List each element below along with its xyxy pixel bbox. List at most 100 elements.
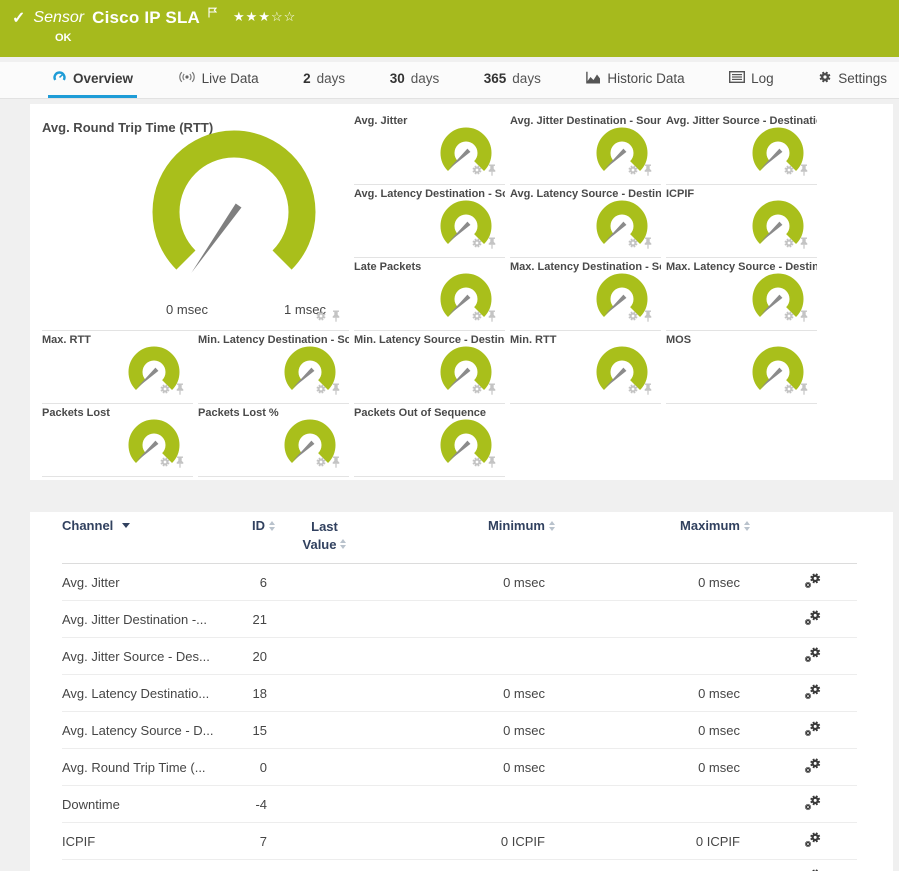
tab-log-label: Log (751, 71, 774, 86)
log-list-icon (729, 71, 745, 86)
channel-settings-icon[interactable] (804, 683, 822, 703)
gear-icon[interactable] (783, 309, 795, 327)
gauge-cell: Avg. Jitter Source - Destination (666, 112, 817, 185)
channel-name: Avg. Round Trip Time (... (62, 749, 222, 786)
gear-icon[interactable] (627, 309, 639, 327)
column-header-channel[interactable]: Channel (62, 512, 222, 564)
pin-icon[interactable] (331, 455, 341, 473)
tab-bar: Overview Live Data 2 days 30 days 365 da… (0, 62, 899, 99)
gauge-cell-rtt: Avg. Round Trip Time (RTT) 0 msec 1 msec (42, 112, 349, 331)
pin-icon[interactable] (643, 382, 653, 400)
tab-30-days[interactable]: 30 days (386, 62, 444, 98)
gauge-cell: Min. Latency Source - Destina... (354, 331, 505, 404)
gear-icon[interactable] (471, 455, 483, 473)
channel-last-value (277, 564, 372, 601)
channel-minimum: 0 msec (372, 675, 557, 712)
channel-id: -4 (222, 786, 277, 823)
gear-icon[interactable] (627, 163, 639, 181)
pin-icon[interactable] (799, 309, 809, 327)
channel-minimum: 0 # (372, 860, 557, 871)
pin-icon[interactable] (799, 382, 809, 400)
tab-30-days-unit: days (411, 71, 440, 86)
gauge-cell: Max. Latency Destination - So... (510, 258, 661, 331)
channels-table: Channel ID LastValue Minimum Maximum Avg… (62, 512, 857, 871)
tab-overview[interactable]: Overview (48, 62, 137, 98)
last-value-header-line2: Value (303, 536, 337, 554)
stars-empty[interactable]: ☆☆ (271, 9, 296, 24)
gauge-cell: Max. RTT (42, 331, 193, 404)
priority-stars[interactable]: ★★★☆☆ (233, 9, 296, 25)
pin-icon[interactable] (175, 382, 185, 400)
gear-icon[interactable] (471, 236, 483, 254)
gauge-cell: Avg. Latency Destination - So... (354, 185, 505, 258)
channel-maximum: 0 msec (557, 675, 752, 712)
tab-2-days[interactable]: 2 days (299, 62, 349, 98)
channel-settings-icon[interactable] (804, 609, 822, 629)
pin-icon[interactable] (487, 236, 497, 254)
channel-minimum (372, 601, 557, 638)
tab-365-days[interactable]: 365 days (480, 62, 545, 98)
pin-icon[interactable] (799, 163, 809, 181)
gear-icon[interactable] (315, 382, 327, 400)
tab-settings-label: Settings (838, 71, 887, 86)
channel-settings-icon[interactable] (804, 646, 822, 666)
column-header-minimum[interactable]: Minimum (372, 512, 557, 564)
gauge-cell: MOS (666, 331, 817, 404)
gear-icon[interactable] (627, 236, 639, 254)
pin-icon[interactable] (643, 163, 653, 181)
channel-id: 21 (222, 601, 277, 638)
tab-log[interactable]: Log (725, 62, 778, 98)
channel-minimum (372, 786, 557, 823)
tab-overview-label: Overview (73, 71, 133, 86)
pin-icon[interactable] (487, 382, 497, 400)
pin-icon[interactable] (643, 309, 653, 327)
table-row: ICPIF70 ICPIF0 ICPIF (62, 823, 857, 860)
channel-settings-icon[interactable] (804, 720, 822, 740)
sensor-header: ✓ Sensor Cisco IP SLA ★★★☆☆ OK (0, 0, 899, 57)
channel-settings-icon[interactable] (804, 794, 822, 814)
tab-settings[interactable]: Settings (814, 62, 891, 98)
channel-settings-icon[interactable] (804, 831, 822, 851)
gear-icon[interactable] (627, 382, 639, 400)
gear-icon[interactable] (471, 309, 483, 327)
priority-flag-icon[interactable] (208, 5, 217, 23)
pin-icon[interactable] (487, 455, 497, 473)
pin-icon[interactable] (799, 236, 809, 254)
pin-icon[interactable] (643, 236, 653, 254)
gear-icon[interactable] (783, 163, 795, 181)
channel-settings-icon[interactable] (804, 572, 822, 592)
gear-icon[interactable] (315, 455, 327, 473)
pin-icon[interactable] (487, 163, 497, 181)
gear-icon[interactable] (783, 382, 795, 400)
gear-icon[interactable] (471, 163, 483, 181)
gear-icon[interactable] (159, 382, 171, 400)
channel-maximum (557, 601, 752, 638)
gear-icon[interactable] (159, 455, 171, 473)
gear-icon[interactable] (783, 236, 795, 254)
channel-name: Downtime (62, 786, 222, 823)
column-header-maximum[interactable]: Maximum (557, 512, 752, 564)
column-header-last-value[interactable]: LastValue (277, 512, 372, 564)
tab-live-data[interactable]: Live Data (174, 62, 263, 98)
channel-maximum (557, 786, 752, 823)
pin-icon[interactable] (175, 455, 185, 473)
channel-last-value (277, 638, 372, 675)
table-row: Avg. Jitter Destination -...21 (62, 601, 857, 638)
table-row: Late Packets110 #0 # (62, 860, 857, 871)
channel-last-value (277, 823, 372, 860)
column-header-id[interactable]: ID (222, 512, 277, 564)
channel-last-value (277, 601, 372, 638)
stars-filled[interactable]: ★★★ (233, 9, 271, 24)
channel-settings-icon[interactable] (804, 757, 822, 777)
channel-id: 15 (222, 712, 277, 749)
gear-icon[interactable] (315, 309, 327, 327)
channel-minimum (372, 638, 557, 675)
pin-icon[interactable] (331, 309, 341, 327)
tab-historic-data[interactable]: Historic Data (581, 62, 688, 98)
pin-icon[interactable] (331, 382, 341, 400)
id-header-label: ID (252, 518, 265, 533)
table-row: Avg. Latency Source - D...150 msec0 msec (62, 712, 857, 749)
gauge-tab-icon (52, 70, 67, 87)
pin-icon[interactable] (487, 309, 497, 327)
gear-icon[interactable] (471, 382, 483, 400)
